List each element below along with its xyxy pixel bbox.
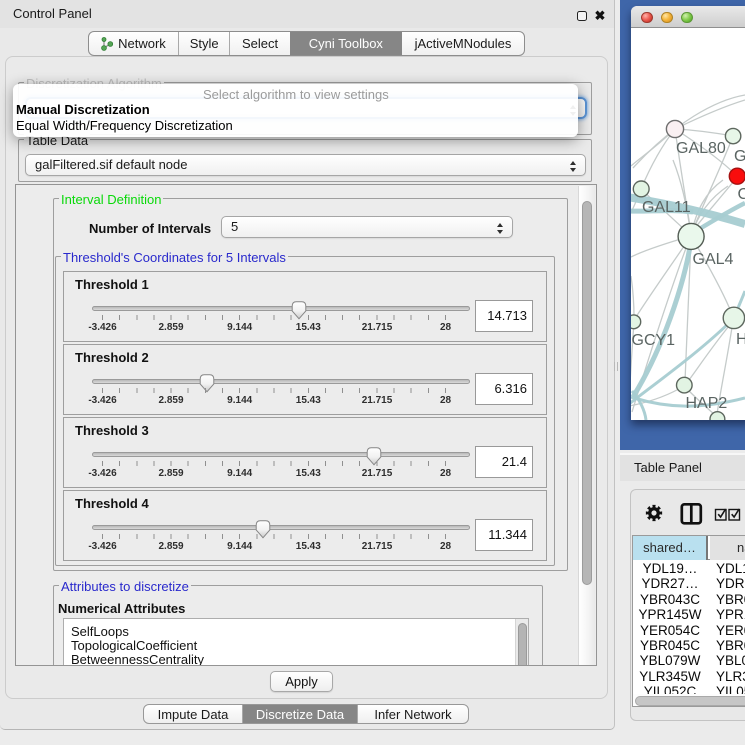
svg-text:GAL80: GAL80 (676, 140, 726, 157)
svg-text:GCY1: GCY1 (632, 332, 676, 349)
svg-text:HIS4: HIS4 (736, 331, 745, 348)
svg-text:GAL2: GAL2 (734, 148, 745, 165)
svg-text:GAL4: GAL4 (693, 251, 734, 268)
svg-text:CRP: CRP (738, 186, 745, 203)
svg-text:GAL11: GAL11 (642, 199, 691, 216)
svg-text:HAP2: HAP2 (686, 395, 728, 412)
